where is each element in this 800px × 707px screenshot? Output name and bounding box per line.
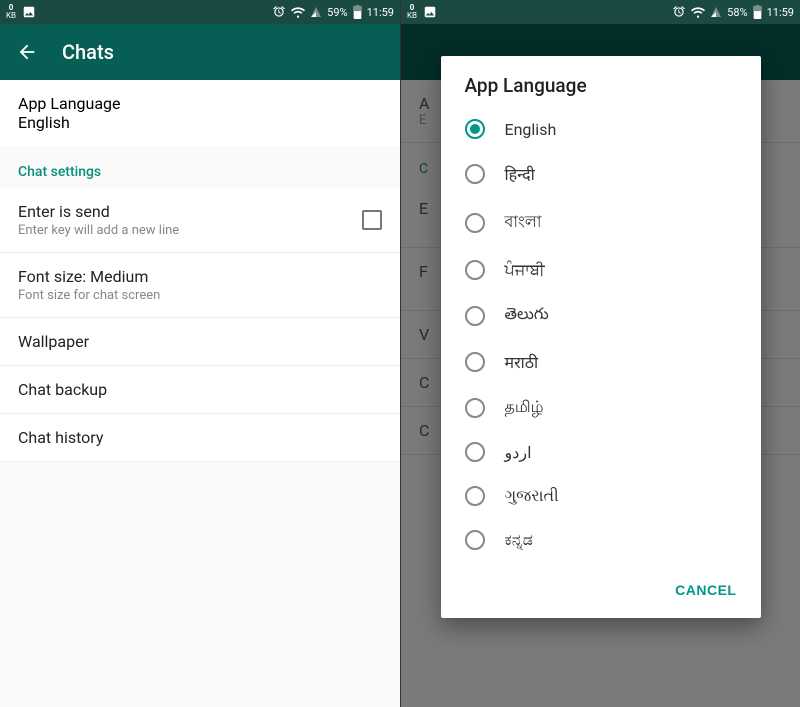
battery-percent: 58% xyxy=(727,6,747,19)
section-header-chat-settings: Chat settings xyxy=(0,146,400,188)
radio-button[interactable] xyxy=(465,306,485,326)
setting-chat-backup[interactable]: Chat backup xyxy=(0,366,400,414)
status-bar: 0 KB 59% 11:59 xyxy=(0,0,400,24)
option-label: ਪੰਜਾਬੀ xyxy=(505,260,545,280)
setting-font-size[interactable]: Font size: Medium Font size for chat scr… xyxy=(0,253,400,318)
setting-sub: Enter key will add a new line xyxy=(18,223,362,238)
radio-button[interactable] xyxy=(465,398,485,418)
setting-label: Chat backup xyxy=(18,380,382,399)
option-label: বাংলা xyxy=(505,209,542,236)
language-dialog: App Language English हिन्दी বাংলা ਪੰਜਾਬੀ xyxy=(441,56,761,618)
data-indicator: 0 KB xyxy=(6,4,16,20)
setting-label: Wallpaper xyxy=(18,332,382,351)
signal-icon xyxy=(310,6,322,18)
language-option[interactable]: বাংলা xyxy=(441,197,761,248)
setting-wallpaper[interactable]: Wallpaper xyxy=(0,318,400,366)
language-option[interactable]: ગુજરાતી xyxy=(441,474,761,518)
wifi-icon xyxy=(691,5,705,19)
clock-time: 11:59 xyxy=(767,6,794,19)
radio-button[interactable] xyxy=(465,213,485,233)
setting-label: Font size: Medium xyxy=(18,267,382,286)
option-label: اردو xyxy=(505,443,532,462)
language-option[interactable]: मराठी xyxy=(441,339,761,385)
radio-button[interactable] xyxy=(465,352,485,372)
checkbox[interactable] xyxy=(362,210,382,230)
language-option[interactable]: தமிழ் xyxy=(441,385,761,430)
alarm-icon xyxy=(672,5,686,19)
battery-icon xyxy=(353,5,362,19)
option-label: ગુજરાતી xyxy=(505,486,559,506)
language-option[interactable]: اردو xyxy=(441,430,761,474)
language-option[interactable]: ਪੰਜਾਬੀ xyxy=(441,248,761,292)
radio-button[interactable] xyxy=(465,442,485,462)
setting-enter-is-send[interactable]: Enter is send Enter key will add a new l… xyxy=(0,188,400,253)
setting-sub: Font size for chat screen xyxy=(18,288,382,303)
dialog-actions: CANCEL xyxy=(441,566,761,618)
setting-label: Chat history xyxy=(18,428,382,447)
battery-percent: 59% xyxy=(327,6,347,19)
clock-time: 11:59 xyxy=(367,6,394,19)
radio-button[interactable] xyxy=(465,530,485,550)
option-label: తెలుగు xyxy=(505,304,549,327)
status-bar: 0 KB 58% 11:59 xyxy=(401,0,800,24)
language-option[interactable]: తెలుగు xyxy=(441,292,761,339)
app-bar: Chats xyxy=(0,24,400,80)
screen-language-dialog: 0 KB 58% 11:59 A xyxy=(400,0,800,707)
setting-label: App Language xyxy=(18,94,382,113)
language-option[interactable]: ಕನ್ನಡ xyxy=(441,518,761,562)
back-arrow-icon[interactable] xyxy=(16,41,38,63)
signal-icon xyxy=(710,6,722,18)
image-icon xyxy=(22,5,36,19)
data-indicator: 0 KB xyxy=(407,4,417,20)
alarm-icon xyxy=(272,5,286,19)
language-option[interactable]: हिन्दी xyxy=(441,151,761,197)
modal-overlay[interactable]: App Language English हिन्दी বাংলা ਪੰਜਾਬੀ xyxy=(401,24,800,707)
battery-icon xyxy=(753,5,762,19)
option-label: ಕನ್ನಡ xyxy=(505,530,533,550)
wifi-icon xyxy=(291,5,305,19)
screen-chats-settings: 0 KB 59% 11:59 xyxy=(0,0,400,707)
radio-button[interactable] xyxy=(465,486,485,506)
option-label: English xyxy=(505,120,557,139)
option-label: हिन्दी xyxy=(505,163,535,185)
setting-value: English xyxy=(18,113,382,132)
radio-button[interactable] xyxy=(465,164,485,184)
settings-list: App Language English Chat settings Enter… xyxy=(0,80,400,707)
radio-button[interactable] xyxy=(465,119,485,139)
language-options: English हिन्दी বাংলা ਪੰਜਾਬੀ తెలుగు xyxy=(441,107,761,566)
image-icon xyxy=(423,5,437,19)
language-option[interactable]: English xyxy=(441,107,761,151)
cancel-button[interactable]: CANCEL xyxy=(663,574,748,606)
option-label: मराठी xyxy=(505,351,539,373)
dialog-title: App Language xyxy=(441,56,761,107)
radio-button[interactable] xyxy=(465,260,485,280)
page-title: Chats xyxy=(62,40,114,64)
setting-app-language[interactable]: App Language English xyxy=(0,80,400,146)
setting-label: Enter is send xyxy=(18,202,362,221)
option-label: தமிழ் xyxy=(505,397,544,418)
setting-chat-history[interactable]: Chat history xyxy=(0,414,400,462)
